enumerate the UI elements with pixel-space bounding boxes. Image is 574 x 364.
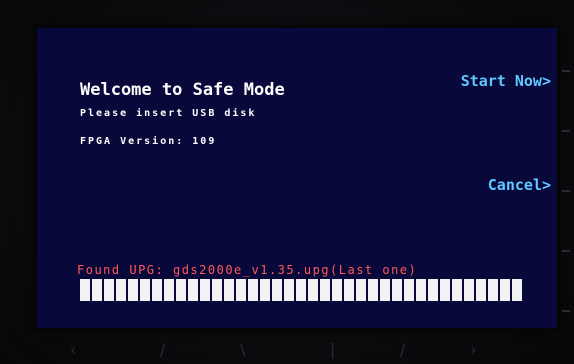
progress-segment (488, 279, 498, 301)
progress-segment (320, 279, 330, 301)
progress-segment (392, 279, 402, 301)
progress-segment (296, 279, 306, 301)
progress-segment (380, 279, 390, 301)
bezel-mark: / (400, 340, 406, 359)
progress-segment (152, 279, 162, 301)
progress-segment (404, 279, 414, 301)
progress-segment (368, 279, 378, 301)
progress-segment (104, 279, 114, 301)
progress-segment (128, 279, 138, 301)
side-tick (562, 310, 570, 312)
progress-segment (428, 279, 438, 301)
progress-segment (512, 279, 522, 301)
progress-segment (452, 279, 462, 301)
progress-segment (92, 279, 102, 301)
progress-segment (224, 279, 234, 301)
progress-segment (476, 279, 486, 301)
device-screen: Welcome to Safe Mode Please insert USB d… (37, 28, 557, 328)
progress-segment (308, 279, 318, 301)
side-tick (562, 70, 570, 72)
progress-segment (356, 279, 366, 301)
bezel-mark: ‹ (70, 340, 77, 359)
start-now-softkey[interactable]: Start Now> (461, 72, 551, 90)
side-tick (562, 250, 570, 252)
bezel-mark: \ (240, 340, 246, 359)
side-tick-marks (558, 60, 572, 320)
progress-segment (416, 279, 426, 301)
progress-segment (284, 279, 294, 301)
progress-segment (212, 279, 222, 301)
progress-segment (464, 279, 474, 301)
progress-segment (200, 279, 210, 301)
upgrade-progress-bar (80, 279, 522, 301)
progress-segment (176, 279, 186, 301)
progress-segment (440, 279, 450, 301)
progress-segment (80, 279, 90, 301)
progress-segment (248, 279, 258, 301)
progress-segment (260, 279, 270, 301)
progress-segment (188, 279, 198, 301)
progress-segment (332, 279, 342, 301)
usb-instruction: Please insert USB disk (80, 108, 257, 119)
progress-segment (500, 279, 510, 301)
found-upg-status: Found UPG: gds2000e_v1.35.upg(Last one) (77, 263, 418, 277)
bezel-markings: ‹ / \ | / › (0, 336, 574, 364)
side-tick (562, 130, 570, 132)
progress-segment (236, 279, 246, 301)
safe-mode-title: Welcome to Safe Mode (80, 80, 285, 100)
progress-segment (116, 279, 126, 301)
bezel-mark: › (470, 340, 477, 359)
bezel-mark: / (160, 340, 166, 359)
progress-segment (140, 279, 150, 301)
bezel-mark: | (330, 340, 336, 359)
cancel-softkey[interactable]: Cancel> (488, 176, 551, 194)
side-tick (562, 190, 570, 192)
fpga-version: FPGA Version: 109 (80, 136, 217, 147)
progress-segment (164, 279, 174, 301)
progress-segment (272, 279, 282, 301)
progress-segment (344, 279, 354, 301)
